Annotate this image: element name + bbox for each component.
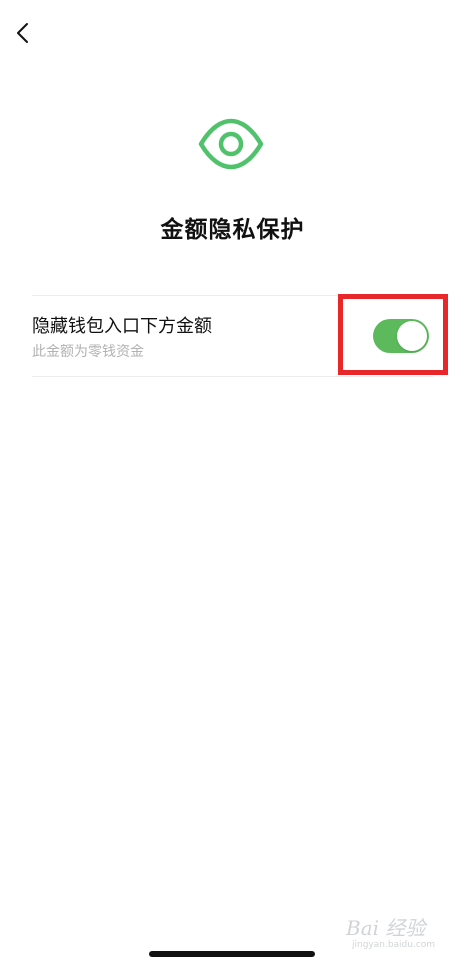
hide-amount-toggle[interactable] [373, 319, 429, 353]
watermark-url: jingyan.baidu.com [352, 940, 436, 950]
home-indicator[interactable] [149, 951, 315, 957]
setting-title: 隐藏钱包入口下方金额 [32, 316, 212, 337]
bottom-divider [32, 376, 433, 377]
page-title: 金额隐私保护 [160, 217, 305, 243]
back-button[interactable] [8, 18, 36, 48]
watermark: Bai 经验 jingyan.baidu.com [344, 912, 460, 958]
toggle-knob [397, 321, 427, 351]
eye-icon [198, 118, 264, 170]
watermark-main: Bai 经验 [346, 916, 426, 940]
chevron-left-icon [17, 23, 28, 43]
setting-subtitle: 此金额为零钱资金 [32, 344, 144, 360]
